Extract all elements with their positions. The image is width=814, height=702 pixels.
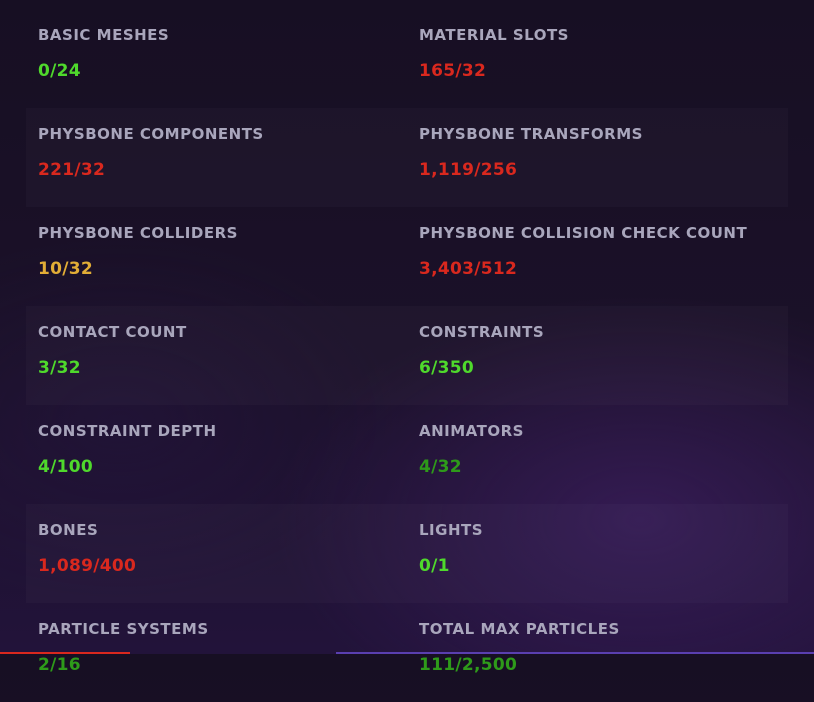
stat-value: 0/24	[38, 61, 81, 81]
stat-value: 221/32	[38, 160, 106, 180]
stat-bones: BONES 1,089/400	[38, 504, 408, 603]
stat-material-slots: MATERIAL SLOTS 165/32	[419, 9, 784, 108]
stat-label: PHYSBONE COLLISION CHECK COUNT	[419, 224, 748, 242]
stat-animators: ANIMATORS 4/32	[419, 405, 784, 504]
stat-value: 3/32	[38, 358, 81, 378]
stat-constraint-depth: CONSTRAINT DEPTH 4/100	[38, 405, 408, 504]
stat-constraints: CONSTRAINTS 6/350	[419, 306, 784, 405]
stat-physbone-components: PHYSBONE COMPONENTS 221/32	[38, 108, 408, 207]
stat-lights: LIGHTS 0/1	[419, 504, 784, 603]
stat-label: MATERIAL SLOTS	[419, 26, 569, 44]
stat-value: 0/1	[419, 556, 450, 576]
performance-stats-panel: BASIC MESHES 0/24 MATERIAL SLOTS 165/32 …	[0, 0, 814, 675]
stat-physbone-colliders: PHYSBONE COLLIDERS 10/32	[38, 207, 408, 306]
stats-row: CONTACT COUNT 3/32 CONSTRAINTS 6/350	[26, 306, 788, 405]
stat-physbone-collision-check-count: PHYSBONE COLLISION CHECK COUNT 3,403/512	[419, 207, 784, 306]
stat-value: 10/32	[38, 259, 94, 279]
stats-row: CONSTRAINT DEPTH 4/100 ANIMATORS 4/32	[26, 405, 788, 504]
stat-label: ANIMATORS	[419, 422, 524, 440]
stat-label: BONES	[38, 521, 99, 539]
stats-row: BONES 1,089/400 LIGHTS 0/1	[26, 504, 788, 603]
stat-contact-count: CONTACT COUNT 3/32	[38, 306, 408, 405]
stat-value: 3,403/512	[419, 259, 518, 279]
stat-value: 4/32	[419, 457, 462, 477]
stat-value: 6/350	[419, 358, 475, 378]
stat-label: LIGHTS	[419, 521, 484, 539]
stat-label: CONSTRAINT DEPTH	[38, 422, 217, 440]
stat-physbone-transforms: PHYSBONE TRANSFORMS 1,119/256	[419, 108, 784, 207]
stat-label: PHYSBONE COLLIDERS	[38, 224, 238, 242]
stat-label: PHYSBONE TRANSFORMS	[419, 125, 643, 143]
stat-value: 165/32	[419, 61, 487, 81]
stat-value: 1,119/256	[419, 160, 518, 180]
stat-value: 111/2,500	[419, 655, 518, 675]
stat-value: 2/16	[38, 655, 81, 675]
stats-row: BASIC MESHES 0/24 MATERIAL SLOTS 165/32	[26, 9, 788, 108]
stat-value: 4/100	[38, 457, 94, 477]
stat-label: PHYSBONE COMPONENTS	[38, 125, 264, 143]
stat-label: TOTAL MAX PARTICLES	[419, 620, 620, 638]
stat-value: 1,089/400	[38, 556, 137, 576]
stats-row: PHYSBONE COLLIDERS 10/32 PHYSBONE COLLIS…	[26, 207, 788, 306]
stat-label: PARTICLE SYSTEMS	[38, 620, 209, 638]
stat-label: CONSTRAINTS	[419, 323, 545, 341]
stat-label: CONTACT COUNT	[38, 323, 187, 341]
stats-row: PHYSBONE COMPONENTS 221/32 PHYSBONE TRAN…	[26, 108, 788, 207]
stat-basic-meshes: BASIC MESHES 0/24	[38, 9, 408, 108]
stat-label: BASIC MESHES	[38, 26, 170, 44]
